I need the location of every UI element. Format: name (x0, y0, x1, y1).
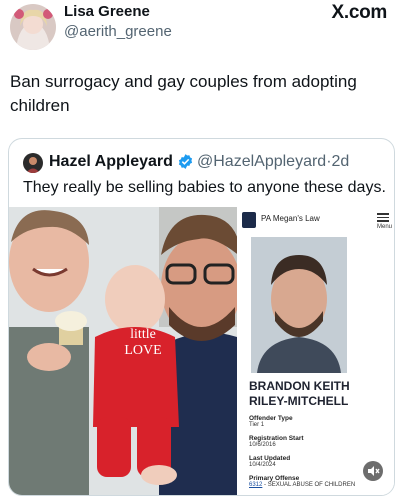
state-seal-icon (242, 212, 256, 228)
author-avatar[interactable] (10, 4, 56, 50)
quoted-post-time[interactable]: 2d (332, 153, 350, 170)
brand-logo-text: X.com (331, 2, 387, 23)
post-text: Ban surrogacy and gay couples from adopt… (10, 72, 357, 115)
field-value: 6312 - SEXUAL ABUSE OF CHILDREN (249, 482, 394, 488)
mute-icon[interactable] (363, 461, 383, 481)
field-offender-type: Offender Type Tier 1 (249, 415, 293, 428)
quoted-author-avatar[interactable] (23, 153, 43, 173)
menu-label[interactable]: Menu (377, 224, 392, 230)
offense-code-link[interactable]: 6312 (249, 482, 262, 488)
field-label: Offender Type (249, 415, 293, 422)
field-last-updated: Last Updated 10/4/2024 (249, 455, 290, 468)
verified-badge-icon (177, 153, 194, 170)
quoted-author-name[interactable]: Hazel Appleyard (49, 153, 173, 171)
offense-text: - SEXUAL ABUSE OF CHILDREN (262, 482, 356, 488)
onesie-print: little LOVE (113, 327, 173, 359)
family-photo[interactable]: little LOVE (9, 207, 237, 495)
field-label: Registration Start (249, 435, 304, 442)
quoted-handle-time: @HazelAppleyard·2d (197, 153, 349, 171)
registry-screenshot[interactable]: PA Megan's Law Menu BRANDON KEITH RILEY-… (237, 207, 394, 495)
registry-site-name: PA Megan's Law (261, 214, 320, 223)
quoted-post-card[interactable]: Hazel Appleyard @HazelAppleyard·2d They … (8, 138, 395, 496)
onesie-line-1: little (130, 327, 156, 342)
mugshot-photo (251, 237, 347, 373)
author-name[interactable]: Lisa Greene (64, 3, 150, 20)
field-value: 10/6/2016 (249, 442, 276, 448)
onesie-line-2: LOVE (124, 343, 162, 358)
field-value: 10/4/2024 (249, 462, 276, 468)
field-label: Last Updated (249, 455, 291, 462)
quoted-post-text: They really be selling babies to anyone … (23, 179, 386, 196)
field-value: Tier 1 (249, 422, 265, 428)
author-handle[interactable]: @aerith_greene (64, 23, 172, 40)
quoted-media[interactable]: little LOVE PA Megan's Law Menu BRANDON … (9, 207, 394, 495)
quoted-author-handle[interactable]: @HazelAppleyard (197, 153, 326, 170)
offender-name: BRANDON KEITH RILEY-MITCHELL (249, 379, 350, 408)
hamburger-menu-icon[interactable] (377, 211, 389, 224)
field-registration-start: Registration Start 10/6/2016 (249, 435, 304, 448)
